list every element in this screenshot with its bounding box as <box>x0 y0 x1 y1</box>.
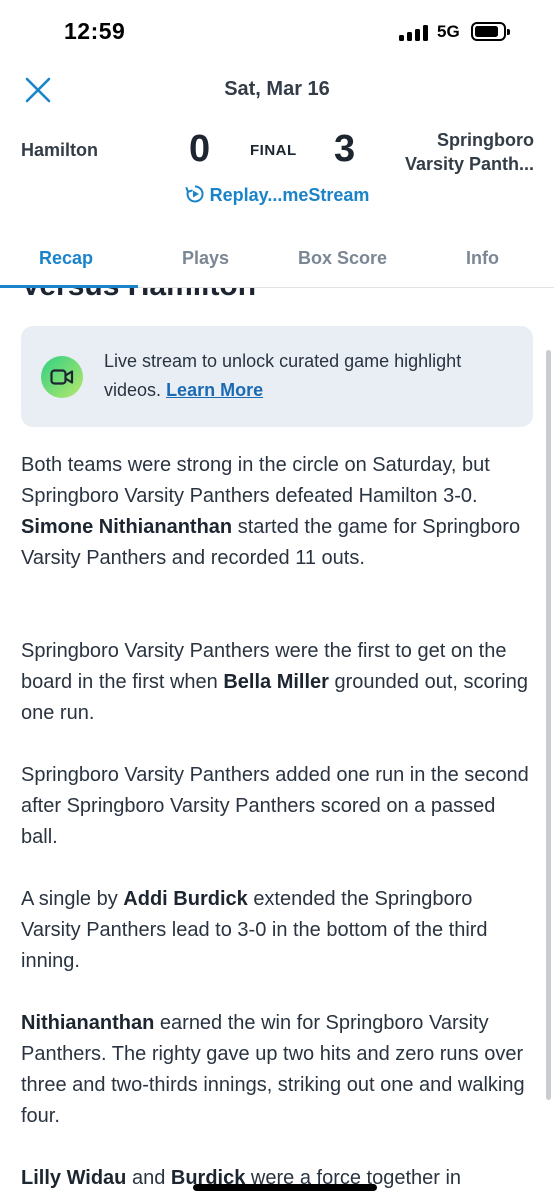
away-team-line1: Springboro <box>437 130 534 150</box>
replay-icon <box>185 184 205 209</box>
home-indicator[interactable] <box>193 1184 377 1191</box>
tab-info[interactable]: Info <box>466 248 499 269</box>
replay-label: Replay...meStream <box>209 185 370 205</box>
video-camera-icon <box>41 356 83 398</box>
home-team-name[interactable]: Hamilton <box>21 140 98 161</box>
network-label: 5G <box>437 22 460 41</box>
player-name[interactable]: Lilly Widau <box>21 1167 126 1189</box>
recap-paragraph-4: A single by Addi Burdick extended the Sp… <box>21 884 533 977</box>
home-score: 0 <box>189 128 211 170</box>
tab-plays[interactable]: Plays <box>182 248 229 269</box>
game-status: FINAL <box>250 142 297 159</box>
paragraph-text: A single by <box>21 888 118 910</box>
status-time: 12:59 <box>64 18 126 44</box>
battery-icon <box>471 22 510 41</box>
status-bar: 12:59 5G <box>0 0 554 60</box>
player-name[interactable]: Simone Nithiananthan <box>21 516 232 538</box>
signal-icon <box>399 25 429 41</box>
player-name[interactable]: Bella Miller <box>223 671 329 693</box>
tab-box-score[interactable]: Box Score <box>298 248 387 269</box>
recap-paragraph-2: Springboro Varsity Panthers were the fir… <box>21 636 533 729</box>
scrollbar[interactable] <box>546 350 551 1100</box>
recap-content[interactable]: Versus Hamilton Live stream to unlock cu… <box>0 288 554 1200</box>
tab-recap[interactable]: Recap <box>39 248 93 269</box>
promo-text: Live stream to unlock curated game highl… <box>104 347 504 405</box>
recap-paragraph-5: Nithiananthan earned the win for Springb… <box>21 1008 533 1132</box>
replay-link[interactable]: Replay...meStream <box>0 184 554 209</box>
away-score: 3 <box>334 128 356 170</box>
player-name[interactable]: Nithiananthan <box>21 1012 154 1034</box>
recap-paragraph-1: Both teams were strong in the circle on … <box>21 450 533 574</box>
paragraph-text: Springboro Varsity Panthers added one ru… <box>21 764 529 848</box>
promo-message: Live stream to unlock curated game highl… <box>104 351 462 400</box>
article-heading: Versus Hamilton <box>21 288 256 303</box>
tab-bar: Recap Plays Box Score Info <box>0 236 554 288</box>
paragraph-text: Both teams were strong in the circle on … <box>21 454 490 507</box>
livestream-promo-banner: Live stream to unlock curated game highl… <box>21 326 533 427</box>
learn-more-link[interactable]: Learn More <box>166 380 263 400</box>
away-team-line2: Varsity Panth... <box>404 154 534 174</box>
player-name[interactable]: Addi Burdick <box>123 888 247 910</box>
game-date: Sat, Mar 16 <box>224 78 330 100</box>
paragraph-text: and <box>131 1167 166 1189</box>
away-team-name[interactable]: Springboro Varsity Panth... <box>405 128 534 176</box>
recap-paragraph-3: Springboro Varsity Panthers added one ru… <box>21 760 533 853</box>
